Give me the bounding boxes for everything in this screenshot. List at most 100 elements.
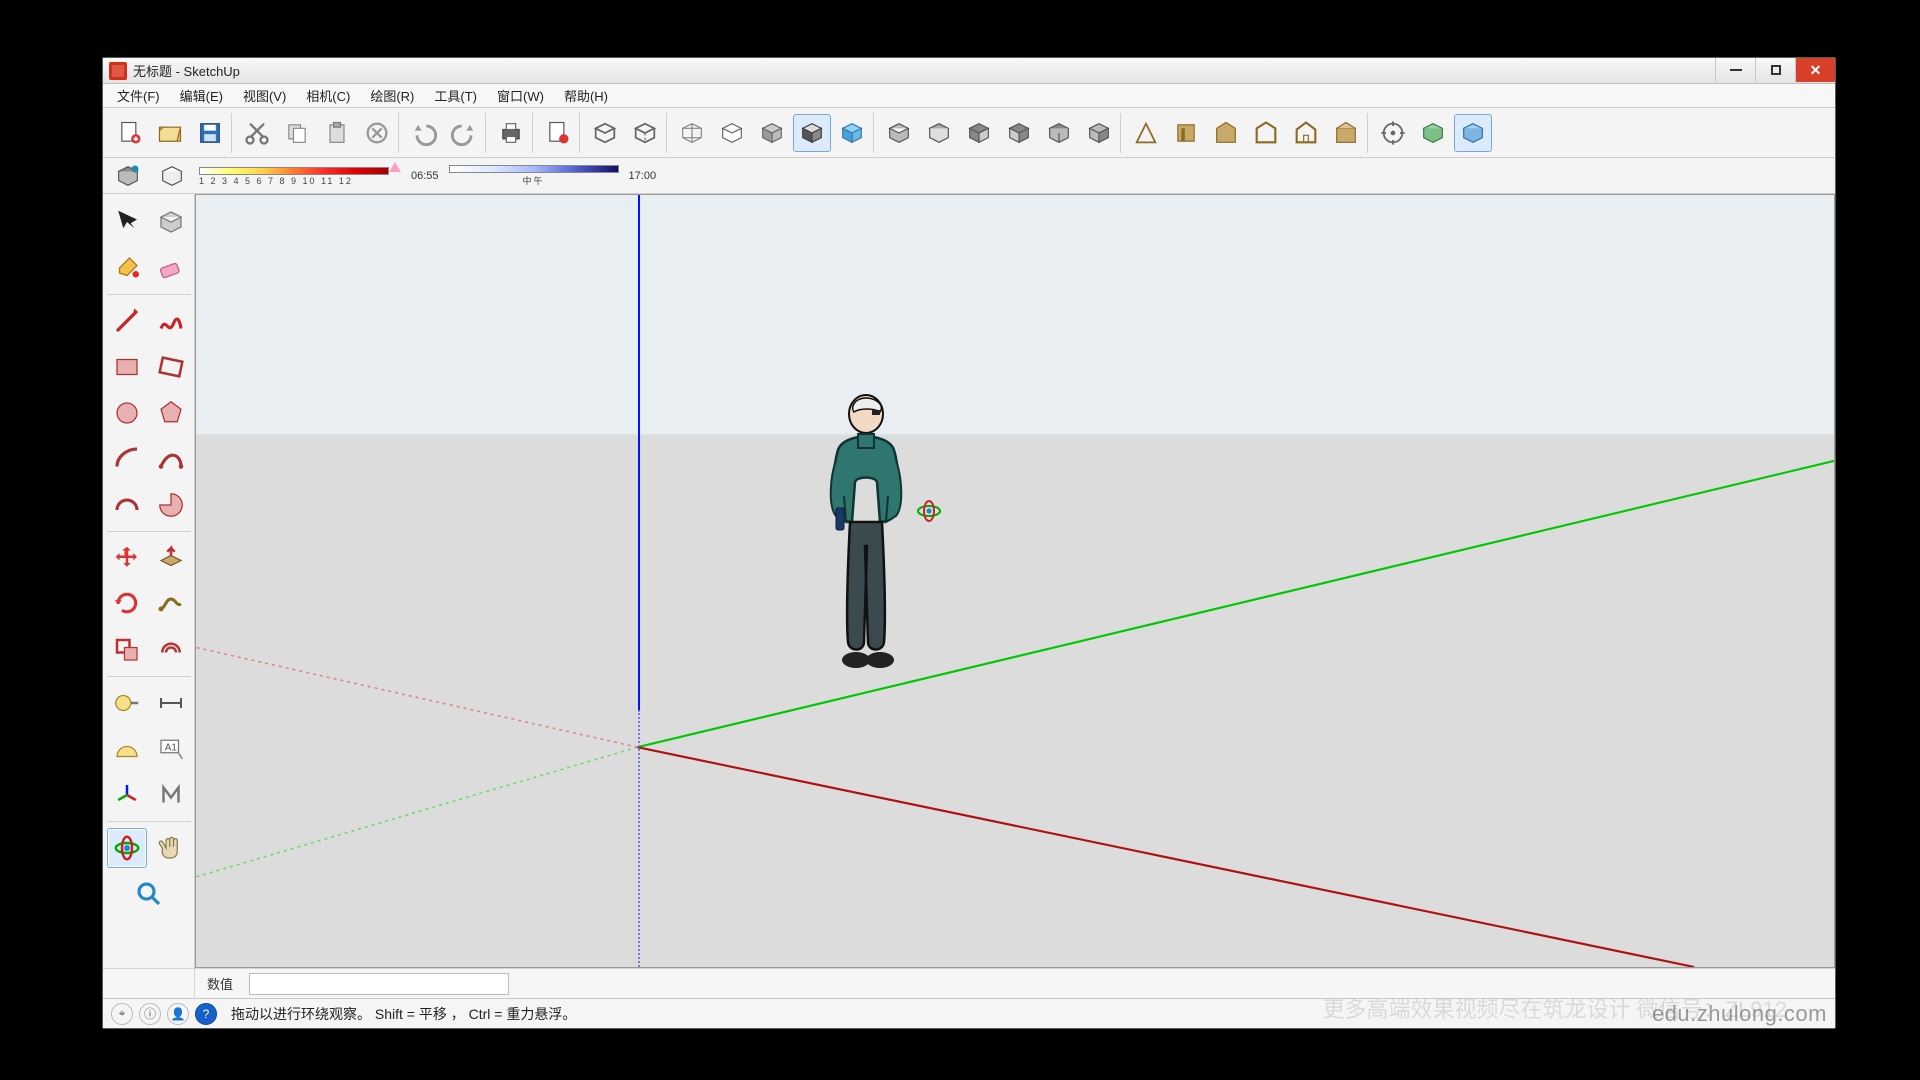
three-point-arc-tool[interactable] [107,485,147,525]
shadow-settings-button[interactable] [111,160,145,192]
help-icon[interactable]: ? [195,1003,217,1025]
date-ticks: 1 2 3 4 5 6 7 8 9 10 11 12 [199,176,401,186]
window-minimize-button[interactable] [1715,58,1755,82]
axes-tool[interactable] [107,775,147,815]
move-tool[interactable] [107,538,147,578]
view-iso-button[interactable] [880,114,918,152]
scale-figure-icon [806,390,926,680]
print-button[interactable] [492,114,530,152]
polygon-tool[interactable] [151,393,191,433]
style-wireframe-button[interactable] [673,114,711,152]
rotated-rectangle-tool[interactable] [151,347,191,387]
position-camera-button[interactable] [1374,114,1412,152]
style-monochrome-button[interactable] [833,114,871,152]
dimension-tool[interactable] [151,683,191,723]
view-front-button[interactable] [960,114,998,152]
menu-window[interactable]: 窗口(W) [487,84,554,107]
zoom-tool[interactable] [129,874,169,914]
scene-3-button[interactable] [1207,114,1245,152]
geolocate-icon[interactable]: ⌖ [111,1003,133,1025]
cut-button[interactable] [238,114,276,152]
eraser-tool[interactable] [151,248,191,288]
style-xray-button[interactable] [586,114,624,152]
status-hint: 拖动以进行环绕观察。 Shift = 平移 ， Ctrl = 重力悬浮。 [231,1004,576,1024]
menu-bar: 文件(F) 编辑(E) 视图(V) 相机(C) 绘图(R) 工具(T) 窗口(W… [103,84,1835,108]
copy-button[interactable] [278,114,316,152]
measurements-panel: 数值 [103,968,1835,998]
time-end-label: 17:00 [629,170,657,182]
undo-button[interactable] [405,114,443,152]
style-shaded-button[interactable] [753,114,791,152]
svg-text:A1: A1 [164,742,177,753]
menu-help[interactable]: 帮助(H) [554,84,618,107]
open-file-button[interactable] [151,114,189,152]
status-bar: ⌖ ⓘ 👤 ? 拖动以进行环绕观察。 Shift = 平移 ， Ctrl = 重… [103,998,1835,1028]
scene-2-button[interactable] [1167,114,1205,152]
3d-text-tool[interactable] [151,775,191,815]
select-tool[interactable] [107,202,147,242]
signin-icon[interactable]: 👤 [167,1003,189,1025]
redo-button[interactable] [445,114,483,152]
walk-button[interactable] [1414,114,1452,152]
model-info-button[interactable] [539,114,577,152]
menu-file[interactable]: 文件(F) [107,84,170,107]
look-around-button[interactable] [1454,114,1492,152]
date-slider-handle[interactable] [389,162,401,172]
text-tool[interactable]: A1 [151,729,191,769]
credits-icon[interactable]: ⓘ [139,1003,161,1025]
tape-measure-tool[interactable] [107,683,147,723]
two-point-arc-tool[interactable] [151,439,191,479]
scene-5-button[interactable] [1287,114,1325,152]
save-file-button[interactable] [191,114,229,152]
delete-button[interactable] [358,114,396,152]
time-slider[interactable]: 中午 [449,165,619,187]
menu-draw[interactable]: 绘图(R) [360,84,424,107]
view-right-button[interactable] [1000,114,1038,152]
style-backedges-button[interactable] [626,114,664,152]
scene-6-button[interactable] [1327,114,1365,152]
menu-view[interactable]: 视图(V) [233,84,296,107]
new-file-button[interactable] [111,114,149,152]
paste-button[interactable] [318,114,356,152]
noon-label: 中午 [449,174,619,187]
pie-tool[interactable] [151,485,191,525]
rectangle-tool[interactable] [107,347,147,387]
rotate-tool[interactable] [107,584,147,624]
measurements-input[interactable] [249,973,509,995]
date-slider[interactable]: 1 2 3 4 5 6 7 8 9 10 11 12 [199,165,401,186]
line-tool[interactable] [107,301,147,341]
orbit-cursor-icon [916,500,942,522]
scale-tool[interactable] [107,630,147,670]
make-component-tool[interactable] [151,202,191,242]
window-close-button[interactable]: ✕ [1795,58,1835,82]
watermark-text: edu.zhulong.com [1652,1001,1827,1027]
protractor-tool[interactable] [107,729,147,769]
view-left-button[interactable] [1080,114,1118,152]
menu-tools[interactable]: 工具(T) [424,84,487,107]
view-back-button[interactable] [1040,114,1078,152]
circle-tool[interactable] [107,393,147,433]
app-icon [109,62,127,80]
scene-4-button[interactable] [1247,114,1285,152]
menu-edit[interactable]: 编辑(E) [170,84,233,107]
window-maximize-button[interactable] [1755,58,1795,82]
follow-me-tool[interactable] [151,584,191,624]
titlebar: 无标题 - SketchUp ✕ [103,58,1835,84]
view-top-button[interactable] [920,114,958,152]
style-shaded-textures-button[interactable] [793,114,831,152]
shadow-toggle-button[interactable] [155,160,189,192]
push-pull-tool[interactable] [151,538,191,578]
main-toolbar [103,108,1835,158]
orbit-tool[interactable] [107,828,147,868]
shadows-toolbar: 1 2 3 4 5 6 7 8 9 10 11 12 06:55 中午 17:0… [103,158,1835,194]
freehand-tool[interactable] [151,301,191,341]
app-window: 无标题 - SketchUp ✕ 文件(F) 编辑(E) 视图(V) 相机(C)… [102,57,1836,1029]
style-hiddenline-button[interactable] [713,114,751,152]
menu-camera[interactable]: 相机(C) [296,84,360,107]
arc-tool[interactable] [107,439,147,479]
paint-bucket-tool[interactable] [107,248,147,288]
offset-tool[interactable] [151,630,191,670]
model-viewport[interactable] [195,194,1835,968]
scene-1-button[interactable] [1127,114,1165,152]
pan-tool[interactable] [151,828,191,868]
